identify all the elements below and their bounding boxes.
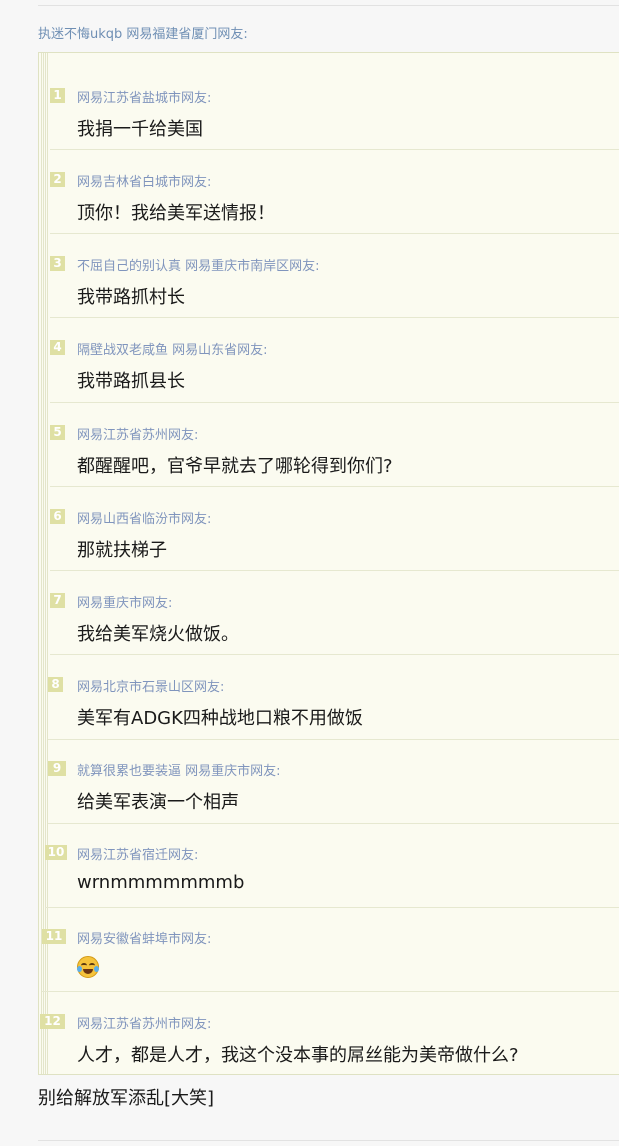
- floor-author[interactable]: 隔壁战双老咸鱼 网易山东省网友:: [77, 339, 268, 358]
- floor-author[interactable]: 网易重庆市网友:: [77, 592, 172, 611]
- floor-author[interactable]: 网易江苏省苏州网友:: [77, 424, 198, 443]
- floor-number-badge: 10: [45, 845, 67, 860]
- bottom-divider: [38, 1140, 619, 1141]
- comment-text: 别给解放军添乱[大笑]: [38, 1088, 215, 1109]
- floor-separator: [50, 570, 619, 571]
- floor-text: wrnmmmmmmmb: [77, 872, 245, 893]
- floor-text: 我带路抓县长: [77, 371, 185, 392]
- comment-author[interactable]: 执迷不悔ukqb 网易福建省厦门网友:: [38, 23, 248, 42]
- floor-number-badge: 1: [50, 88, 65, 103]
- floor-number-badge: 4: [50, 340, 65, 355]
- floor-separator: [42, 991, 619, 992]
- floor-number-badge: 5: [50, 425, 65, 440]
- floor-number-badge: 8: [48, 677, 63, 692]
- floor-separator: [50, 317, 619, 318]
- floor-text: 人才，都是人才，我这个没本事的屌丝能为美帝做什么?: [77, 1045, 519, 1066]
- floor-author[interactable]: 就算很累也要装逼 网易重庆市网友:: [77, 760, 281, 779]
- floor-author[interactable]: 不屈自己的别认真 网易重庆市南岸区网友:: [77, 255, 320, 274]
- floor-text: 美军有ADGK四种战地口粮不用做饭: [77, 708, 363, 729]
- floor-text: 顶你！我给美军送情报！: [77, 203, 275, 224]
- floor-author[interactable]: 网易山西省临汾市网友:: [77, 508, 211, 527]
- floor-number-badge: 3: [50, 256, 65, 271]
- floor-text: 我捐一千给美国: [77, 119, 203, 140]
- floor-number-badge: 6: [50, 509, 65, 524]
- floor-separator: [48, 823, 619, 824]
- floor-number-badge: 7: [50, 593, 65, 608]
- floor-number-badge: 12: [40, 1014, 65, 1029]
- floor-separator: [50, 233, 619, 234]
- floor-text: 都醒醒吧，官爷早就去了哪轮得到你们?: [77, 456, 393, 477]
- floor-number-badge: 11: [42, 929, 66, 944]
- floor-author[interactable]: 网易安徽省蚌埠市网友:: [77, 928, 211, 947]
- quoted-thread: 1 网易江苏省盐城市网友: 我捐一千给美国 2 网易吉林省白城市网友: 顶你！我给美军送情…: [38, 52, 619, 1075]
- floor-author[interactable]: 网易吉林省白城市网友:: [77, 171, 211, 190]
- floor-text: 给美军表演一个相声: [77, 792, 239, 813]
- floor-text: 那就扶梯子: [77, 540, 167, 561]
- floor-author[interactable]: 网易江苏省苏州市网友:: [77, 1013, 211, 1032]
- floor-separator: [50, 654, 619, 655]
- floor-text: 我给美军烧火做饭。: [77, 624, 239, 645]
- floor-number-badge: 2: [50, 172, 65, 187]
- floor-separator: [48, 739, 619, 740]
- floor-emoji: [77, 956, 99, 983]
- floor-author[interactable]: 网易江苏省盐城市网友:: [77, 87, 211, 106]
- floor-text: 我带路抓村长: [77, 287, 185, 308]
- top-divider: [38, 5, 619, 6]
- floor-author[interactable]: 网易北京市石景山区网友:: [77, 676, 224, 695]
- tears-of-joy-emoji-icon: [77, 956, 99, 978]
- floor-separator: [50, 486, 619, 487]
- floor-author[interactable]: 网易江苏省宿迁网友:: [77, 844, 198, 863]
- floor-separator: [45, 907, 619, 908]
- floor-separator: [50, 149, 619, 150]
- floor-separator: [50, 402, 619, 403]
- floor-number-badge: 9: [48, 761, 66, 776]
